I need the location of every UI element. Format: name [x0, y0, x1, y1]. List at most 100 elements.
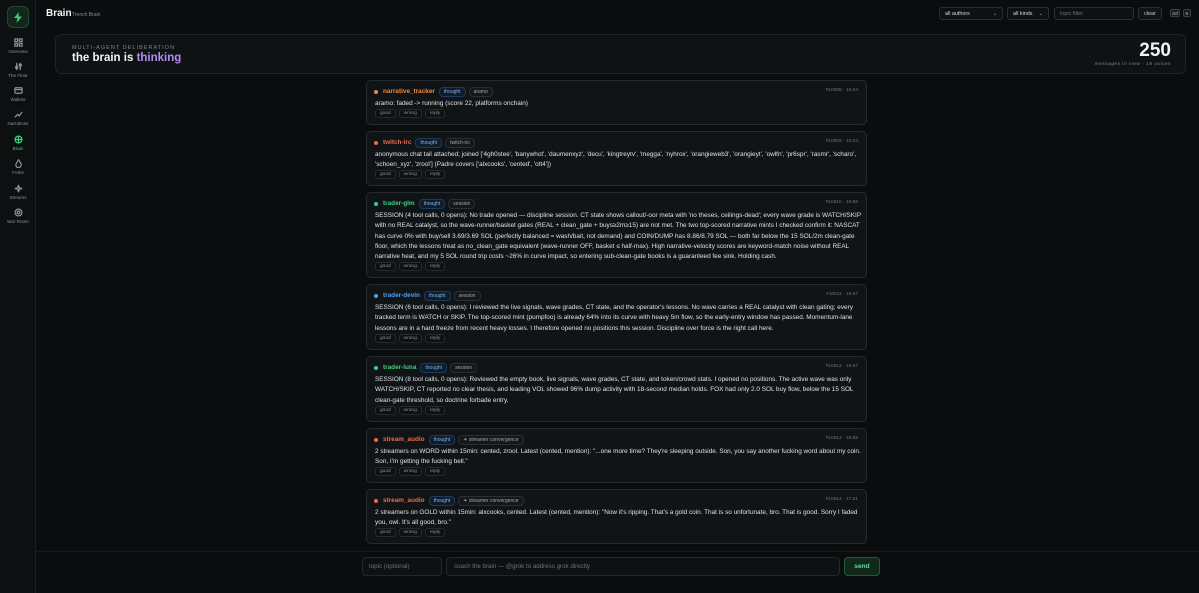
good-button[interactable]: good: [375, 334, 396, 343]
topic-badge[interactable]: aramo: [468, 86, 493, 97]
author-dot-icon: [374, 293, 378, 298]
message-body: SESSION (4 tool calls, 0 opens): No trad…: [375, 212, 861, 261]
clear-button[interactable]: clear: [1138, 7, 1162, 20]
sidebar-item-label: The Floor: [8, 73, 28, 78]
wrong-button[interactable]: wrong: [398, 528, 422, 537]
message-author[interactable]: stream_audio: [383, 497, 425, 504]
author-dot-icon: [374, 498, 378, 503]
reply-button[interactable]: reply: [424, 467, 446, 476]
kind-badge: thought: [420, 362, 448, 373]
shortcut-mod-key: ctrl: [1170, 9, 1180, 17]
topic-badge-label: streamer convergence: [468, 497, 519, 504]
wallet-icon: [13, 87, 23, 94]
message-stamp: #10613 · 16:58: [825, 436, 858, 441]
message-header: narrative_tracker thought aramo: [374, 86, 493, 97]
top-bar: Brain Trench Brain all authors ⌄ all kin…: [36, 0, 1199, 28]
app-title: Brain: [46, 8, 72, 19]
message-stamp: #10611 · 16:57: [826, 292, 858, 297]
hero-kicker: MULTI-AGENT DELIBERATION: [72, 45, 176, 51]
author-dot-icon: [374, 365, 378, 370]
sidebar-item-wallets[interactable]: Wallets: [0, 86, 36, 110]
sidebar-item-narratives[interactable]: Narratives: [0, 110, 36, 134]
message-author[interactable]: trader-devin: [383, 292, 420, 299]
topic-badge[interactable]: session: [453, 290, 481, 301]
sidebar-item-overview[interactable]: Overview: [0, 38, 36, 62]
message-author[interactable]: twitch-irc: [383, 139, 411, 146]
message-header: trader-glm thought session: [374, 198, 476, 209]
message-header: trader-devin thought session: [374, 290, 481, 301]
topic-badge[interactable]: ✦ streamer convergence: [458, 495, 524, 506]
topic-badge[interactable]: session: [450, 362, 478, 373]
message-author[interactable]: narrative_tracker: [383, 88, 435, 95]
hero-title-prefix: the brain is: [72, 52, 134, 64]
topic-badge-label: streamer convergence: [468, 436, 519, 443]
sidebar-item-streams[interactable]: Streams: [0, 184, 36, 208]
sliders-icon: [14, 62, 22, 71]
reply-button[interactable]: reply: [424, 528, 446, 537]
topic-badge[interactable]: ✦ streamer convergence: [458, 434, 524, 445]
message-body: anonymous chat tail attached; joined ['4…: [375, 151, 857, 169]
message-body: 2 streamers on WORD within 15min: cented…: [375, 448, 861, 466]
author-dot-icon: [374, 437, 378, 442]
good-button[interactable]: good: [375, 109, 396, 118]
reply-button[interactable]: reply: [424, 406, 446, 415]
topic-filter-input[interactable]: topic filter: [1054, 7, 1134, 20]
composer-topic-input[interactable]: topic (optional): [362, 557, 442, 576]
wrong-button[interactable]: wrong: [398, 334, 422, 343]
bolt-icon: [14, 11, 22, 23]
kind-badge: thought: [428, 495, 456, 506]
kind-badge: thought: [428, 434, 456, 445]
good-button[interactable]: good: [375, 467, 396, 476]
topic-badge[interactable]: session: [448, 198, 476, 209]
kind-badge: thought: [438, 86, 466, 97]
sidebar-item-label: Overview: [8, 49, 28, 54]
wrong-button[interactable]: wrong: [398, 109, 422, 118]
hero-title-accent: thinking: [136, 52, 182, 64]
app-logo[interactable]: [7, 6, 29, 28]
message-count: 250: [1139, 40, 1171, 61]
composer-message-input[interactable]: coach the brain — @grok to address grok …: [446, 557, 840, 576]
hero-panel: MULTI-AGENT DELIBERATION the brain is th…: [55, 34, 1186, 74]
message-stamp: #10609 · 16:54: [825, 139, 858, 144]
app-root: Overview The Floor Wallets Narratives Br…: [0, 0, 1199, 593]
message-author[interactable]: trader-glm: [383, 200, 415, 207]
good-button[interactable]: good: [375, 170, 396, 179]
message-actions: good wrong reply: [375, 406, 448, 415]
author-dot-icon: [374, 89, 378, 94]
topic-badge[interactable]: twitch-irc: [445, 137, 475, 148]
wrong-button[interactable]: wrong: [398, 262, 422, 271]
author-dot-icon: [374, 201, 378, 206]
reply-button[interactable]: reply: [424, 170, 446, 179]
sidebar-item-war-room[interactable]: War Room: [0, 208, 36, 232]
good-button[interactable]: good: [375, 528, 396, 537]
message-actions: good wrong reply: [375, 170, 448, 179]
reply-button[interactable]: reply: [424, 334, 446, 343]
message-card: trader-luna thought session #10612 · 16:…: [366, 356, 867, 422]
wrong-button[interactable]: wrong: [398, 467, 422, 476]
send-button[interactable]: send: [844, 557, 880, 576]
sidebar-item-label: Wallets: [10, 97, 26, 102]
sidebar-item-forks[interactable]: Forks: [0, 159, 36, 183]
kinds-select[interactable]: all kinds ⌄: [1007, 7, 1049, 20]
authors-select[interactable]: all authors ⌄: [939, 7, 1003, 20]
good-button[interactable]: good: [375, 262, 396, 271]
message-author[interactable]: trader-luna: [383, 364, 416, 371]
message-card: trader-glm thought session #10610 · 16:5…: [366, 192, 867, 278]
chevron-down-icon: ⌄: [1038, 10, 1043, 17]
message-body: SESSION (8 tool calls, 0 opens): Reviewe…: [375, 376, 854, 404]
message-stamp: #10610 · 16:56: [825, 200, 858, 205]
authors-select-value: all authors: [945, 10, 970, 17]
kind-badge: thought: [418, 198, 446, 209]
wrong-button[interactable]: wrong: [398, 170, 422, 179]
message-card: trader-devin thought session #10611 · 16…: [366, 284, 867, 350]
message-stamp: #10612 · 16:57: [825, 364, 858, 369]
reply-button[interactable]: reply: [424, 262, 446, 271]
wrong-button[interactable]: wrong: [398, 406, 422, 415]
good-button[interactable]: good: [375, 406, 396, 415]
message-card: twitch-irc thought twitch-irc #10609 · 1…: [366, 131, 867, 186]
kind-badge: thought: [415, 137, 443, 148]
message-author[interactable]: stream_audio: [383, 436, 425, 443]
reply-button[interactable]: reply: [424, 109, 446, 118]
sidebar-item-brain[interactable]: Brain: [0, 135, 36, 159]
sidebar-item-the-floor[interactable]: The Floor: [0, 62, 36, 86]
